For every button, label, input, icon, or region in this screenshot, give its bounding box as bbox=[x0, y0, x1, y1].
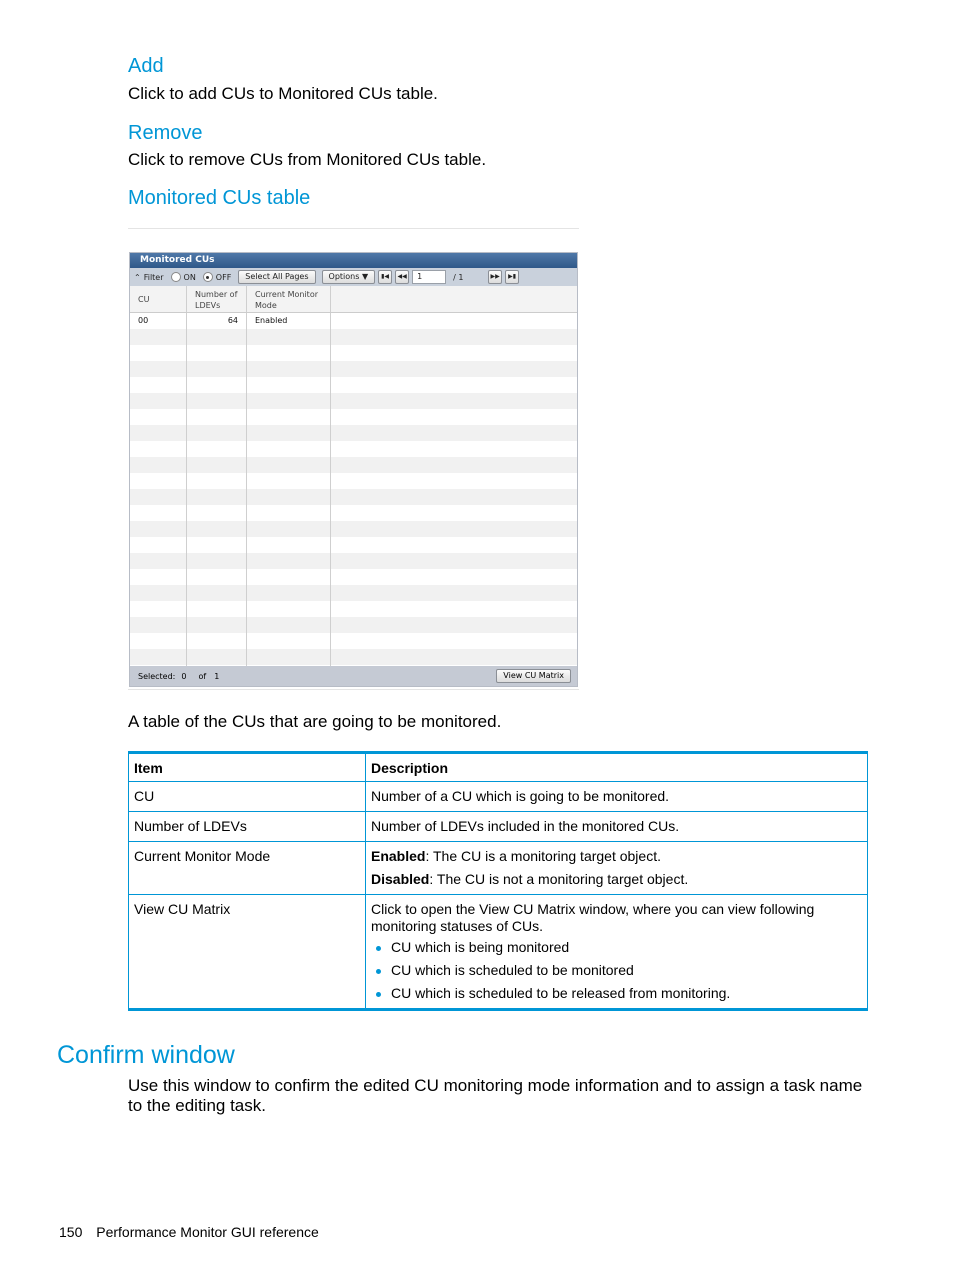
filter-on-label: ON bbox=[183, 272, 196, 282]
table-row: Number of LDEVs Number of LDEVs included… bbox=[128, 811, 868, 842]
item-cell: View CU Matrix bbox=[128, 894, 366, 1010]
empty-table-row bbox=[130, 553, 577, 569]
grid-footer: Selected: 0 of 1 View CU Matrix bbox=[130, 666, 577, 686]
empty-table-row bbox=[130, 377, 577, 393]
monitored-table-heading: Monitored CUs table bbox=[128, 187, 311, 209]
item-cell: CU bbox=[128, 781, 366, 812]
page-number-input[interactable]: 1 bbox=[412, 270, 447, 284]
empty-table-row bbox=[130, 585, 577, 601]
column-header-ldevs[interactable]: Number of LDEVs bbox=[187, 286, 247, 312]
add-description: Click to add CUs to Monitored CUs table. bbox=[128, 84, 438, 103]
status-list: CU which is being monitored CU which is … bbox=[371, 939, 862, 1002]
list-item: CU which is being monitored bbox=[376, 939, 862, 956]
empty-table-row bbox=[130, 425, 577, 441]
empty-table-row bbox=[130, 601, 577, 617]
select-all-pages-button[interactable]: Select All Pages bbox=[238, 270, 316, 284]
disabled-term: Disabled bbox=[371, 871, 430, 887]
grid-header: CU Number of LDEVs Current Monitor Mode bbox=[130, 286, 577, 313]
enabled-term: Enabled bbox=[371, 848, 426, 864]
empty-table-row bbox=[130, 457, 577, 473]
page-footer: 150 Performance Monitor GUI reference bbox=[59, 1224, 319, 1240]
filter-collapse-icon[interactable]: ⌃ bbox=[134, 273, 141, 282]
empty-table-row bbox=[130, 361, 577, 377]
add-heading: Add bbox=[128, 55, 164, 77]
item-cell: Current Monitor Mode bbox=[128, 841, 366, 895]
empty-table-row bbox=[130, 505, 577, 521]
cell-mode: Enabled bbox=[247, 313, 331, 329]
monitored-cus-grid: CU Number of LDEVs Current Monitor Mode … bbox=[130, 286, 577, 681]
window-title: Monitored CUs bbox=[130, 253, 577, 268]
filter-off-radio[interactable] bbox=[202, 272, 213, 282]
chevron-down-icon: ▼ bbox=[361, 272, 369, 281]
header-item: Item bbox=[128, 752, 366, 782]
column-header-mode[interactable]: Current Monitor Mode bbox=[247, 286, 331, 312]
view-cu-matrix-description: Click to open the View CU Matrix window,… bbox=[371, 901, 815, 934]
options-label: Options bbox=[328, 272, 360, 281]
last-page-icon[interactable]: ▶▮ bbox=[505, 270, 520, 284]
empty-table-row bbox=[130, 329, 577, 345]
monitored-cus-window: Monitored CUs ⌃ Filter ON OFF Select All… bbox=[129, 252, 578, 687]
list-item: CU which is scheduled to be released fro… bbox=[376, 985, 862, 1002]
toolbar: ⌃ Filter ON OFF Select All Pages Options… bbox=[130, 268, 577, 286]
empty-table-row bbox=[130, 345, 577, 361]
table-row: Current Monitor Mode Enabled: The CU is … bbox=[128, 841, 868, 895]
remove-description: Click to remove CUs from Monitored CUs t… bbox=[128, 150, 487, 169]
column-header-filler bbox=[331, 286, 577, 312]
table-header-row: Item Description bbox=[128, 752, 868, 782]
description-cell: Click to open the View CU Matrix window,… bbox=[365, 894, 868, 1010]
cell-ldevs: 64 bbox=[187, 313, 247, 329]
of-label: of bbox=[198, 671, 207, 681]
figure-bottom-rule bbox=[128, 689, 579, 690]
table-caption: A table of the CUs that are going to be … bbox=[128, 712, 502, 731]
table-row: CU Number of a CU which is going to be m… bbox=[128, 781, 868, 812]
enabled-text: : The CU is a monitoring target object. bbox=[425, 848, 661, 864]
column-header-cu[interactable]: CU bbox=[130, 286, 187, 312]
empty-table-row bbox=[130, 633, 577, 649]
footer-section: Performance Monitor GUI reference bbox=[96, 1224, 319, 1240]
confirm-window-heading: Confirm window bbox=[57, 1041, 235, 1069]
description-table: Item Description CU Number of a CU which… bbox=[128, 751, 868, 1011]
grid-body: 00 64 Enabled bbox=[130, 313, 577, 681]
total-count: 1 bbox=[214, 671, 220, 681]
empty-table-row bbox=[130, 489, 577, 505]
disabled-text: : The CU is not a monitoring target obje… bbox=[429, 871, 689, 887]
item-cell: Number of LDEVs bbox=[128, 811, 366, 842]
description-cell: Enabled: The CU is a monitoring target o… bbox=[365, 841, 868, 895]
empty-table-row bbox=[130, 617, 577, 633]
empty-table-row bbox=[130, 569, 577, 585]
empty-table-row bbox=[130, 473, 577, 489]
cell-cu: 00 bbox=[130, 313, 187, 329]
figure-top-rule bbox=[128, 228, 579, 229]
filter-label: Filter bbox=[143, 272, 164, 282]
page-total: / 1 bbox=[453, 272, 464, 282]
previous-page-icon[interactable]: ◀◀ bbox=[395, 270, 410, 284]
header-description: Description bbox=[365, 752, 868, 782]
confirm-window-description: Use this window to confirm the edited CU… bbox=[128, 1076, 863, 1115]
empty-table-row bbox=[130, 521, 577, 537]
first-page-icon[interactable]: ▮◀ bbox=[378, 270, 393, 284]
selected-label: Selected: bbox=[138, 671, 176, 681]
description-cell: Number of a CU which is going to be moni… bbox=[365, 781, 868, 812]
options-button[interactable]: Options ▼ bbox=[321, 270, 376, 284]
empty-table-row bbox=[130, 649, 577, 665]
empty-table-row bbox=[130, 409, 577, 425]
selected-count: 0 bbox=[181, 671, 187, 681]
empty-table-row bbox=[130, 441, 577, 457]
description-cell: Number of LDEVs included in the monitore… bbox=[365, 811, 868, 842]
view-cu-matrix-button[interactable]: View CU Matrix bbox=[496, 669, 571, 683]
filter-on-radio[interactable] bbox=[170, 272, 181, 282]
empty-table-row bbox=[130, 537, 577, 553]
list-item: CU which is scheduled to be monitored bbox=[376, 962, 862, 979]
table-row[interactable]: 00 64 Enabled bbox=[130, 313, 577, 329]
table-row: View CU Matrix Click to open the View CU… bbox=[128, 894, 868, 1010]
remove-heading: Remove bbox=[128, 122, 203, 144]
page-number: 150 bbox=[59, 1224, 83, 1240]
empty-table-row bbox=[130, 393, 577, 409]
next-page-icon[interactable]: ▶▶ bbox=[488, 270, 503, 284]
filter-off-label: OFF bbox=[215, 272, 232, 282]
